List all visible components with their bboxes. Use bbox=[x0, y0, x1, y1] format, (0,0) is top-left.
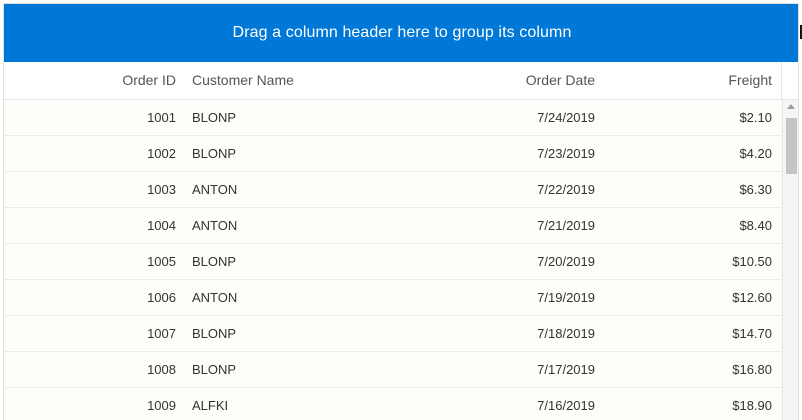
header-scroll-gutter bbox=[781, 62, 798, 99]
cell-order-id: 1003 bbox=[147, 182, 176, 197]
vertical-scrollbar[interactable] bbox=[782, 100, 798, 420]
cell-order-date: 7/24/2019 bbox=[537, 110, 595, 125]
group-drop-area[interactable]: Drag a column header here to group its c… bbox=[4, 4, 798, 62]
cell-freight: $10.50 bbox=[732, 254, 772, 269]
column-header-order-id[interactable]: Order ID bbox=[4, 62, 176, 99]
cell-freight: $2.10 bbox=[739, 110, 772, 125]
table-row[interactable]: 1005 BLONP 7/20/2019 $10.50 bbox=[4, 244, 782, 280]
cell-freight: $18.90 bbox=[732, 398, 772, 413]
table-row[interactable]: 1007 BLONP 7/18/2019 $14.70 bbox=[4, 316, 782, 352]
cell-order-date: 7/21/2019 bbox=[537, 218, 595, 233]
cell-order-id: 1004 bbox=[147, 218, 176, 233]
table-row[interactable]: 1002 BLONP 7/23/2019 $4.20 bbox=[4, 136, 782, 172]
cell-order-id: 1001 bbox=[147, 110, 176, 125]
cell-freight: $12.60 bbox=[732, 290, 772, 305]
table-row[interactable]: 1008 BLONP 7/17/2019 $16.80 bbox=[4, 352, 782, 388]
cell-order-date: 7/20/2019 bbox=[537, 254, 595, 269]
data-grid: Drag a column header here to group its c… bbox=[3, 3, 799, 420]
cell-freight: $16.80 bbox=[732, 362, 772, 377]
cell-freight: $4.20 bbox=[739, 146, 772, 161]
cell-freight: $14.70 bbox=[732, 326, 772, 341]
cell-order-id: 1009 bbox=[147, 398, 176, 413]
table-row[interactable]: 1009 ALFKI 7/16/2019 $18.90 bbox=[4, 388, 782, 420]
cell-freight: $8.40 bbox=[739, 218, 772, 233]
column-header-order-date[interactable]: Order Date bbox=[404, 62, 595, 99]
table-row[interactable]: 1001 BLONP 7/24/2019 $2.10 bbox=[4, 100, 782, 136]
cell-order-date: 7/18/2019 bbox=[537, 326, 595, 341]
column-header-freight[interactable]: Freight bbox=[604, 62, 772, 99]
cell-order-date: 7/23/2019 bbox=[537, 146, 595, 161]
cell-freight: $6.30 bbox=[739, 182, 772, 197]
cell-order-id: 1008 bbox=[147, 362, 176, 377]
grid-body: 1001 BLONP 7/24/2019 $2.10 1002 BLONP 7/… bbox=[4, 100, 782, 420]
grid-header: Order ID Customer Name Order Date Freigh… bbox=[4, 62, 798, 100]
cell-order-date: 7/16/2019 bbox=[537, 398, 595, 413]
cell-order-id: 1005 bbox=[147, 254, 176, 269]
cell-order-date: 7/19/2019 bbox=[537, 290, 595, 305]
table-row[interactable]: 1003 ANTON 7/22/2019 $6.30 bbox=[4, 172, 782, 208]
scrollbar-thumb[interactable] bbox=[786, 118, 797, 174]
cell-order-id: 1006 bbox=[147, 290, 176, 305]
cell-order-id: 1002 bbox=[147, 146, 176, 161]
group-drop-area-label: Drag a column header here to group its c… bbox=[232, 24, 572, 41]
cell-order-date: 7/17/2019 bbox=[537, 362, 595, 377]
table-row[interactable]: 1006 ANTON 7/19/2019 $12.60 bbox=[4, 280, 782, 316]
scroll-up-arrow-icon[interactable] bbox=[787, 104, 795, 109]
table-row[interactable]: 1004 ANTON 7/21/2019 $8.40 bbox=[4, 208, 782, 244]
cell-order-id: 1007 bbox=[147, 326, 176, 341]
cell-order-date: 7/22/2019 bbox=[537, 182, 595, 197]
